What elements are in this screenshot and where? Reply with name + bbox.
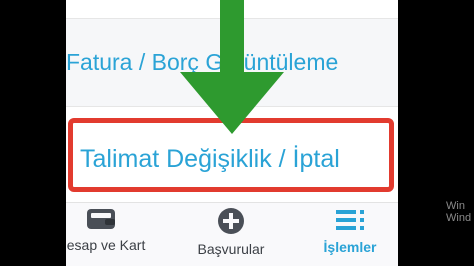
tab-hesap-ve-kart-label: Hesap ve Kart	[66, 237, 146, 253]
tab-islemler[interactable]: İşlemler	[300, 207, 398, 266]
tab-basvurular-label: Başvurular	[197, 241, 265, 257]
bottom-tab-bar: Hesap ve Kart Başvurular İşlemler	[66, 202, 398, 266]
list-icon	[336, 210, 364, 230]
windows-watermark: Win Wind	[446, 200, 471, 224]
watermark-line-2: Wind	[446, 212, 472, 224]
tab-islemler-label: İşlemler	[323, 239, 377, 255]
wallet-icon	[87, 209, 115, 229]
watermark-line-1: Win	[446, 200, 465, 212]
plus-circle-icon	[218, 208, 244, 234]
menu-item-talimat-label: Talimat Değişiklik / İptal	[80, 145, 340, 173]
tab-basvurular[interactable]: Başvurular	[178, 207, 284, 266]
tab-hesap-ve-kart[interactable]: Hesap ve Kart	[66, 207, 156, 266]
down-arrow-icon	[180, 0, 284, 134]
